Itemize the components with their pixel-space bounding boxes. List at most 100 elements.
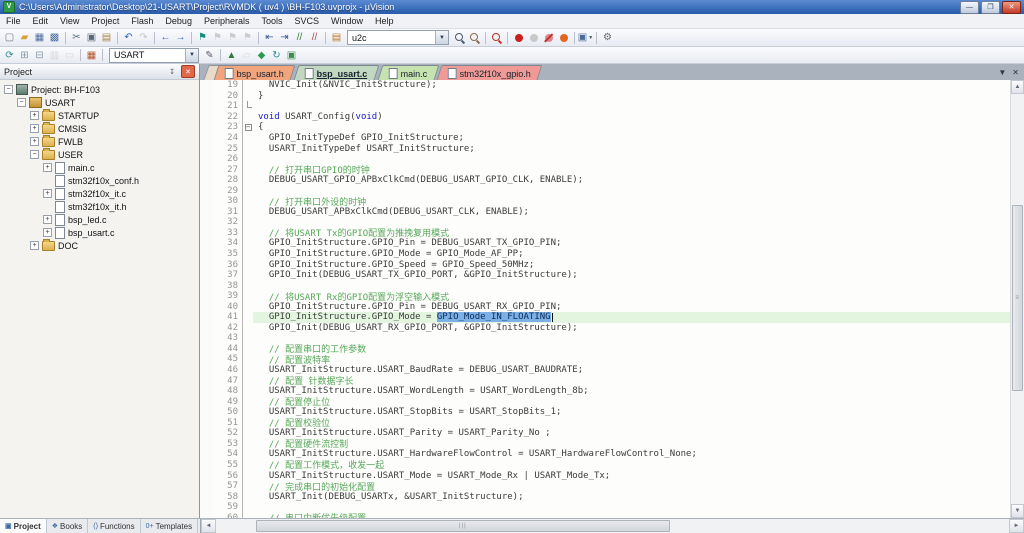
tree-item-stm32f10x-it-c[interactable]: +stm32f10x_it.c <box>0 187 199 200</box>
breakpoint-margin[interactable] <box>200 354 212 365</box>
configure-icon[interactable]: ⚙ <box>600 31 615 45</box>
tree-item-user[interactable]: −USER <box>0 148 199 161</box>
download-icon[interactable]: ▦ <box>84 48 99 62</box>
manage-project-items-icon[interactable]: ▲ <box>224 48 239 62</box>
tab-stm32f10x_gpio-h[interactable]: stm32f10x_gpio.h <box>437 65 543 80</box>
menu-svcs[interactable]: SVCS <box>289 16 326 26</box>
kill-all-breakpoints-icon[interactable] <box>556 31 571 45</box>
code-line[interactable]: 35 GPIO_InitStructure.GPIO_Mode = GPIO_M… <box>200 249 1010 260</box>
menu-debug[interactable]: Debug <box>159 16 198 26</box>
scroll-left-icon[interactable]: ◄ <box>201 519 216 533</box>
panel-close-icon[interactable]: ✕ <box>181 65 195 78</box>
breakpoint-margin[interactable] <box>200 491 212 502</box>
indent-icon[interactable]: ⇥ <box>277 31 292 45</box>
horizontal-scrollbar[interactable]: ◄ ||| ► <box>201 519 1024 533</box>
pin-icon[interactable]: ↧ <box>165 65 179 78</box>
code-line[interactable]: 23−{ <box>200 122 1010 133</box>
tree-expander-icon[interactable]: + <box>30 111 39 120</box>
tree-expander-icon[interactable]: + <box>30 137 39 146</box>
menu-tools[interactable]: Tools <box>255 16 288 26</box>
code-line[interactable]: 20} <box>200 91 1010 102</box>
breakpoint-margin[interactable] <box>200 428 212 439</box>
enable-breakpoint-icon[interactable] <box>526 31 541 45</box>
code-line[interactable]: 39 // 将USART Rx的GPIO配置为浮空输入模式 <box>200 291 1010 302</box>
tree-expander-icon[interactable]: + <box>43 215 52 224</box>
breakpoint-margin[interactable] <box>200 207 212 218</box>
code-line[interactable]: 24 GPIO_InitTypeDef GPIO_InitStructure; <box>200 133 1010 144</box>
tree-expander-icon[interactable]: + <box>43 189 52 198</box>
tree-item-stm32f10x-conf-h[interactable]: stm32f10x_conf.h <box>0 174 199 187</box>
code-line[interactable]: 21 <box>200 101 1010 112</box>
navigate-forward-icon[interactable]: → <box>173 31 188 45</box>
code-line[interactable]: 34 GPIO_InitStructure.GPIO_Pin = DEBUG_U… <box>200 238 1010 249</box>
fold-collapse-icon[interactable]: − <box>245 124 252 131</box>
menu-project[interactable]: Project <box>85 16 125 26</box>
vertical-scroll-thumb[interactable]: ≡ <box>1012 205 1023 392</box>
update-icon[interactable]: ↻ <box>269 48 284 62</box>
comment-icon[interactable]: // <box>292 31 307 45</box>
breakpoint-margin[interactable] <box>200 217 212 228</box>
menu-view[interactable]: View <box>54 16 85 26</box>
tab-bsp_usart-h[interactable]: bsp_usart.h <box>214 65 296 80</box>
menu-edit[interactable]: Edit <box>27 16 55 26</box>
open-folder-icon[interactable]: ▰ <box>17 31 32 45</box>
paste-icon[interactable]: ▤ <box>99 31 114 45</box>
breakpoint-margin[interactable] <box>200 333 212 344</box>
tree-item-fwlb[interactable]: +FWLB <box>0 135 199 148</box>
breakpoint-margin[interactable] <box>200 502 212 513</box>
menu-help[interactable]: Help <box>369 16 400 26</box>
build-icon[interactable]: ⊞ <box>17 48 32 62</box>
breakpoint-margin[interactable] <box>200 122 212 133</box>
copy-icon[interactable]: ▣ <box>84 31 99 45</box>
uncomment-icon[interactable]: // <box>307 31 322 45</box>
code-line[interactable]: 31 DEBUG_USART_APBxClkCmd(DEBUG_USART_CL… <box>200 207 1010 218</box>
breakpoint-margin[interactable] <box>200 301 212 312</box>
find-icon[interactable] <box>489 31 504 45</box>
tab-bsp_usart-c[interactable]: bsp_usart.c <box>294 65 379 80</box>
scroll-down-icon[interactable]: ▼ <box>1011 504 1024 518</box>
breakpoint-margin[interactable] <box>200 312 212 323</box>
tree-expander-icon[interactable]: + <box>30 124 39 133</box>
scroll-up-icon[interactable]: ▲ <box>1011 80 1024 94</box>
outdent-icon[interactable]: ⇤ <box>262 31 277 45</box>
breakpoint-margin[interactable] <box>200 344 212 355</box>
tree-item-usart[interactable]: −USART <box>0 96 199 109</box>
code-line[interactable]: 57 // 完成串口的初始化配置 <box>200 481 1010 492</box>
tree-item-cmsis[interactable]: +CMSIS <box>0 122 199 135</box>
breakpoint-margin[interactable] <box>200 196 212 207</box>
breakpoint-margin[interactable] <box>200 249 212 260</box>
code-line[interactable]: 41 GPIO_InitStructure.GPIO_Mode = GPIO_M… <box>200 312 1010 323</box>
breakpoint-margin[interactable] <box>200 449 212 460</box>
breakpoint-margin[interactable] <box>200 375 212 386</box>
new-file-icon[interactable]: ▢ <box>2 31 17 45</box>
panel-tab-books[interactable]: ❖Books <box>47 519 89 533</box>
code-line[interactable]: 30 // 打开串口外设的时钟 <box>200 196 1010 207</box>
code-line[interactable]: 25 USART_InitTypeDef USART_InitStructure… <box>200 143 1010 154</box>
code-area[interactable]: 19 NVIC_Init(&NVIC_InitStructure);20}212… <box>200 80 1010 518</box>
rebuild-icon[interactable]: ⊟ <box>32 48 47 62</box>
code-line[interactable]: 55 // 配置工作模式，收发一起 <box>200 460 1010 471</box>
tree-item-bsp-led-c[interactable]: +bsp_led.c <box>0 213 199 226</box>
tree-item-startup[interactable]: +STARTUP <box>0 109 199 122</box>
code-line[interactable]: 58 USART_Init(DEBUG_USARTx, &USART_InitS… <box>200 491 1010 502</box>
scroll-right-icon[interactable]: ► <box>1009 519 1024 533</box>
cut-icon[interactable]: ✂ <box>69 31 84 45</box>
breakpoint-margin[interactable] <box>200 280 212 291</box>
tree-item-stm32f10x-it-h[interactable]: stm32f10x_it.h <box>0 200 199 213</box>
undo-icon[interactable]: ↶ <box>121 31 136 45</box>
breakpoint-margin[interactable] <box>200 185 212 196</box>
code-line[interactable]: 36 GPIO_InitStructure.GPIO_Speed = GPIO_… <box>200 259 1010 270</box>
code-line[interactable]: 28 DEBUG_USART_GPIO_APBxClkCmd(DEBUG_USA… <box>200 175 1010 186</box>
menu-flash[interactable]: Flash <box>125 16 159 26</box>
breakpoint-margin[interactable] <box>200 396 212 407</box>
menu-peripherals[interactable]: Peripherals <box>198 16 256 26</box>
tree-expander-icon[interactable]: + <box>43 163 52 172</box>
code-line[interactable]: 51 // 配置校验位 <box>200 418 1010 429</box>
tree-expander-icon[interactable]: − <box>4 85 13 94</box>
translate-icon[interactable]: ⟳ <box>2 48 17 62</box>
tree-expander-icon[interactable]: − <box>30 150 39 159</box>
breakpoint-margin[interactable] <box>200 291 212 302</box>
panel-tab-functions[interactable]: ()Functions <box>88 519 140 533</box>
horizontal-scroll-thumb[interactable]: ||| <box>256 520 670 532</box>
minimize-button[interactable]: — <box>960 1 979 14</box>
